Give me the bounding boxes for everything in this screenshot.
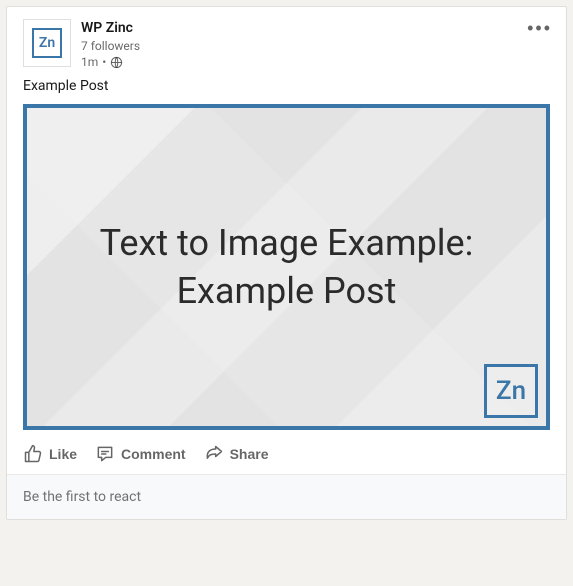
post-image[interactable]: Text to Image Example: Example Post Zn (23, 104, 550, 430)
like-label: Like (49, 446, 77, 462)
author-name[interactable]: WP Zinc (81, 19, 140, 38)
post-menu-button[interactable]: ••• (527, 19, 552, 37)
author-meta: WP Zinc 7 followers 1m • (81, 19, 140, 70)
author-avatar[interactable]: Zn (23, 19, 71, 67)
globe-icon (110, 56, 123, 69)
image-badge-logo: Zn (484, 364, 538, 418)
image-text-line1: Text to Image Example: (100, 222, 474, 264)
post-timestamp: 1m (81, 54, 98, 70)
avatar-logo: Zn (32, 28, 62, 58)
post-image-text: Text to Image Example: Example Post (90, 219, 484, 316)
share-button[interactable]: Share (204, 444, 269, 464)
comment-button[interactable]: Comment (95, 444, 186, 464)
comment-icon (95, 444, 115, 464)
share-icon (204, 444, 224, 464)
thumbs-up-icon (23, 444, 43, 464)
post-card: Zn WP Zinc 7 followers 1m • ••• Example … (6, 6, 567, 520)
separator-dot: • (102, 54, 106, 70)
post-actions: Like Comment Share (7, 438, 566, 474)
post-body-text: Example Post (7, 74, 566, 104)
comment-label: Comment (121, 446, 186, 462)
post-timestamp-row: 1m • (81, 54, 140, 70)
post-image-wrap: Text to Image Example: Example Post Zn (7, 104, 566, 438)
react-prompt-bar[interactable]: Be the first to react (7, 474, 566, 519)
share-label: Share (230, 446, 269, 462)
author-followers: 7 followers (81, 38, 140, 54)
image-text-line2: Example Post (177, 270, 397, 312)
post-header: Zn WP Zinc 7 followers 1m • ••• (7, 7, 566, 74)
like-button[interactable]: Like (23, 444, 77, 464)
